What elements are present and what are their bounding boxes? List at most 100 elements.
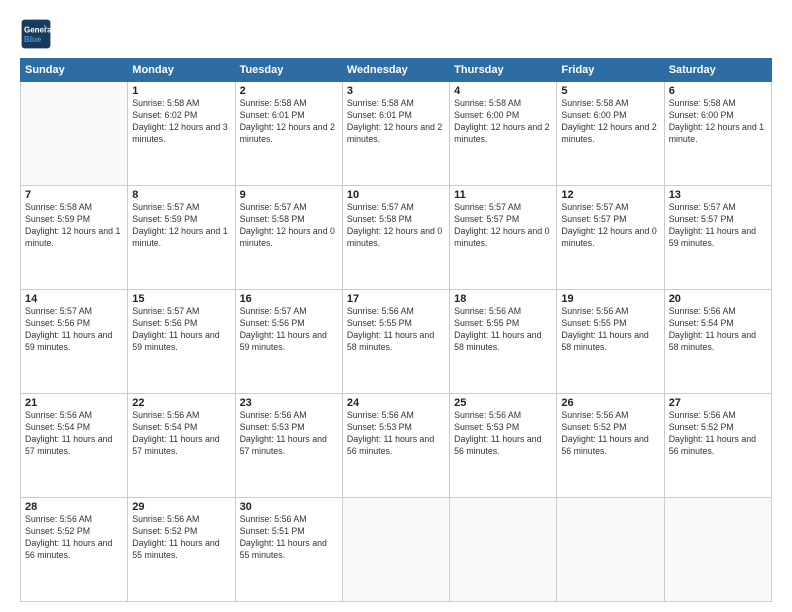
day-number: 24 [347,397,445,409]
weekday-header-monday: Monday [128,59,235,82]
weekday-header-thursday: Thursday [450,59,557,82]
week-row-3: 14Sunrise: 5:57 AM Sunset: 5:56 PM Dayli… [21,290,772,394]
calendar-cell: 25Sunrise: 5:56 AM Sunset: 5:53 PM Dayli… [450,394,557,498]
day-number: 26 [561,397,659,409]
calendar-cell: 28Sunrise: 5:56 AM Sunset: 5:52 PM Dayli… [21,498,128,602]
day-info: Sunrise: 5:56 AM Sunset: 5:52 PM Dayligh… [132,514,230,562]
day-number: 7 [25,189,123,201]
calendar-cell: 27Sunrise: 5:56 AM Sunset: 5:52 PM Dayli… [664,394,771,498]
calendar-cell: 8Sunrise: 5:57 AM Sunset: 5:59 PM Daylig… [128,186,235,290]
calendar-cell: 16Sunrise: 5:57 AM Sunset: 5:56 PM Dayli… [235,290,342,394]
day-number: 18 [454,293,552,305]
calendar-table: SundayMondayTuesdayWednesdayThursdayFrid… [20,58,772,602]
week-row-5: 28Sunrise: 5:56 AM Sunset: 5:52 PM Dayli… [21,498,772,602]
day-info: Sunrise: 5:56 AM Sunset: 5:54 PM Dayligh… [132,410,230,458]
day-number: 19 [561,293,659,305]
day-number: 30 [240,501,338,513]
day-info: Sunrise: 5:56 AM Sunset: 5:51 PM Dayligh… [240,514,338,562]
calendar-cell: 2Sunrise: 5:58 AM Sunset: 6:01 PM Daylig… [235,82,342,186]
day-info: Sunrise: 5:58 AM Sunset: 5:59 PM Dayligh… [25,202,123,250]
day-info: Sunrise: 5:57 AM Sunset: 5:58 PM Dayligh… [240,202,338,250]
calendar-cell: 11Sunrise: 5:57 AM Sunset: 5:57 PM Dayli… [450,186,557,290]
svg-text:General: General [24,25,52,34]
logo: General Blue [20,18,56,50]
calendar-cell: 13Sunrise: 5:57 AM Sunset: 5:57 PM Dayli… [664,186,771,290]
day-number: 8 [132,189,230,201]
day-info: Sunrise: 5:57 AM Sunset: 5:57 PM Dayligh… [454,202,552,250]
day-info: Sunrise: 5:58 AM Sunset: 6:00 PM Dayligh… [454,98,552,146]
day-info: Sunrise: 5:57 AM Sunset: 5:59 PM Dayligh… [132,202,230,250]
calendar-cell: 24Sunrise: 5:56 AM Sunset: 5:53 PM Dayli… [342,394,449,498]
calendar-cell: 15Sunrise: 5:57 AM Sunset: 5:56 PM Dayli… [128,290,235,394]
day-number: 6 [669,85,767,97]
day-number: 1 [132,85,230,97]
calendar-cell [450,498,557,602]
day-info: Sunrise: 5:58 AM Sunset: 6:00 PM Dayligh… [561,98,659,146]
weekday-header-wednesday: Wednesday [342,59,449,82]
day-number: 14 [25,293,123,305]
day-number: 5 [561,85,659,97]
calendar-cell: 19Sunrise: 5:56 AM Sunset: 5:55 PM Dayli… [557,290,664,394]
day-info: Sunrise: 5:58 AM Sunset: 6:00 PM Dayligh… [669,98,767,146]
day-info: Sunrise: 5:58 AM Sunset: 6:02 PM Dayligh… [132,98,230,146]
calendar-cell [664,498,771,602]
day-info: Sunrise: 5:56 AM Sunset: 5:52 PM Dayligh… [561,410,659,458]
day-number: 21 [25,397,123,409]
calendar-cell: 5Sunrise: 5:58 AM Sunset: 6:00 PM Daylig… [557,82,664,186]
day-number: 10 [347,189,445,201]
day-number: 16 [240,293,338,305]
week-row-4: 21Sunrise: 5:56 AM Sunset: 5:54 PM Dayli… [21,394,772,498]
day-info: Sunrise: 5:56 AM Sunset: 5:53 PM Dayligh… [240,410,338,458]
day-number: 23 [240,397,338,409]
day-info: Sunrise: 5:57 AM Sunset: 5:56 PM Dayligh… [132,306,230,354]
day-info: Sunrise: 5:56 AM Sunset: 5:55 PM Dayligh… [561,306,659,354]
day-number: 28 [25,501,123,513]
day-info: Sunrise: 5:56 AM Sunset: 5:52 PM Dayligh… [25,514,123,562]
calendar-cell: 26Sunrise: 5:56 AM Sunset: 5:52 PM Dayli… [557,394,664,498]
day-number: 27 [669,397,767,409]
day-info: Sunrise: 5:57 AM Sunset: 5:57 PM Dayligh… [669,202,767,250]
day-info: Sunrise: 5:57 AM Sunset: 5:58 PM Dayligh… [347,202,445,250]
calendar-cell: 3Sunrise: 5:58 AM Sunset: 6:01 PM Daylig… [342,82,449,186]
day-number: 2 [240,85,338,97]
calendar-cell: 9Sunrise: 5:57 AM Sunset: 5:58 PM Daylig… [235,186,342,290]
calendar-cell: 6Sunrise: 5:58 AM Sunset: 6:00 PM Daylig… [664,82,771,186]
calendar-cell [557,498,664,602]
calendar-cell: 23Sunrise: 5:56 AM Sunset: 5:53 PM Dayli… [235,394,342,498]
calendar-cell: 18Sunrise: 5:56 AM Sunset: 5:55 PM Dayli… [450,290,557,394]
calendar-cell: 10Sunrise: 5:57 AM Sunset: 5:58 PM Dayli… [342,186,449,290]
day-number: 11 [454,189,552,201]
day-number: 4 [454,85,552,97]
weekday-header-friday: Friday [557,59,664,82]
weekday-header-tuesday: Tuesday [235,59,342,82]
svg-text:Blue: Blue [24,35,42,44]
calendar-cell: 20Sunrise: 5:56 AM Sunset: 5:54 PM Dayli… [664,290,771,394]
day-number: 22 [132,397,230,409]
week-row-2: 7Sunrise: 5:58 AM Sunset: 5:59 PM Daylig… [21,186,772,290]
weekday-header-saturday: Saturday [664,59,771,82]
day-info: Sunrise: 5:56 AM Sunset: 5:55 PM Dayligh… [454,306,552,354]
day-number: 25 [454,397,552,409]
day-number: 9 [240,189,338,201]
calendar-cell: 17Sunrise: 5:56 AM Sunset: 5:55 PM Dayli… [342,290,449,394]
day-info: Sunrise: 5:58 AM Sunset: 6:01 PM Dayligh… [347,98,445,146]
calendar-cell: 14Sunrise: 5:57 AM Sunset: 5:56 PM Dayli… [21,290,128,394]
day-number: 29 [132,501,230,513]
day-number: 15 [132,293,230,305]
day-info: Sunrise: 5:56 AM Sunset: 5:52 PM Dayligh… [669,410,767,458]
day-info: Sunrise: 5:57 AM Sunset: 5:57 PM Dayligh… [561,202,659,250]
day-info: Sunrise: 5:56 AM Sunset: 5:54 PM Dayligh… [25,410,123,458]
day-info: Sunrise: 5:57 AM Sunset: 5:56 PM Dayligh… [25,306,123,354]
calendar-cell [342,498,449,602]
day-number: 12 [561,189,659,201]
calendar-cell: 12Sunrise: 5:57 AM Sunset: 5:57 PM Dayli… [557,186,664,290]
calendar-cell: 21Sunrise: 5:56 AM Sunset: 5:54 PM Dayli… [21,394,128,498]
day-number: 20 [669,293,767,305]
calendar-cell: 1Sunrise: 5:58 AM Sunset: 6:02 PM Daylig… [128,82,235,186]
day-number: 17 [347,293,445,305]
weekday-header-sunday: Sunday [21,59,128,82]
day-number: 13 [669,189,767,201]
weekday-header-row: SundayMondayTuesdayWednesdayThursdayFrid… [21,59,772,82]
calendar-cell [21,82,128,186]
calendar-cell: 7Sunrise: 5:58 AM Sunset: 5:59 PM Daylig… [21,186,128,290]
